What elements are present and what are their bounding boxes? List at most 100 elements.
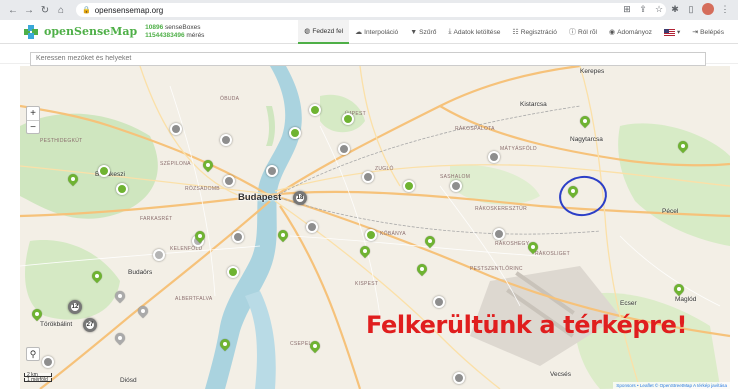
menu-explore[interactable]: ◍ Fedezd fel [298,20,350,44]
zoom-out-button[interactable]: − [27,120,39,133]
sensebox-pin[interactable] [68,174,78,188]
sensebox-marker[interactable] [170,123,182,135]
town-label: Nagytarcsa [570,136,603,143]
sensebox-marker[interactable] [232,231,244,243]
sensebox-marker[interactable] [98,165,110,177]
menu-about[interactable]: ⓘ Ról rõl [563,20,603,44]
map[interactable]: PESTHIDEGKÚT RÓZSADOMB ÓBUDA ÚJPEST RÁKO… [20,66,730,389]
menu-filter[interactable]: ▼ Szűrő [404,20,442,44]
district-label: SZÉPILONA [160,161,191,167]
menu-register[interactable]: ☷ Regisztráció [506,20,563,44]
globe-icon: ◍ [304,28,311,35]
extension-icon[interactable]: ✱ [670,3,680,15]
menu-login[interactable]: ⇥ Belépés [686,20,730,44]
zoom-in-button[interactable]: + [27,107,39,120]
sensebox-marker[interactable] [309,104,321,116]
sensebox-cluster[interactable]: 27 [83,318,97,332]
town-label: Kistarcsa [520,101,547,108]
sensebox-marker[interactable] [266,165,278,177]
search-row [0,44,738,66]
sensebox-pin[interactable] [92,271,102,285]
star-icon[interactable]: ☆ [654,3,664,15]
stats: 10896 senseBoxes 11544383496 mérés [145,24,204,40]
menu-icon[interactable]: ⋮ [720,3,730,15]
back-button[interactable]: ← [6,3,20,17]
district-label: RÁKOSKERESZTÚR [475,206,527,212]
sensebox-pin[interactable] [310,341,320,355]
sensebox-pin[interactable] [278,230,288,244]
forward-button[interactable]: → [22,3,36,17]
sensebox-pin[interactable] [32,309,42,323]
town-label: Kerepes [580,68,605,75]
sensebox-logo-icon[interactable] [24,24,38,39]
overlay-caption: Felkerültünk a térképre! [366,311,687,339]
sensebox-marker[interactable] [338,143,350,155]
sidebar-icon[interactable]: ▯ [686,3,696,15]
translate-icon[interactable]: ⊞ [622,3,632,15]
sensebox-marker[interactable] [453,372,465,384]
sensebox-marker[interactable] [306,221,318,233]
info-icon: ⓘ [568,29,576,36]
zoom-control: + − [26,106,40,134]
sensebox-pin[interactable] [674,284,684,298]
browser-extensions: ⊞ ⇪ ☆ ✱ ▯ ⋮ [622,3,730,15]
sensebox-pin[interactable] [115,291,125,305]
sensebox-pin[interactable] [425,236,435,250]
sensebox-marker[interactable] [42,356,54,368]
reload-button[interactable]: ↻ [38,3,52,17]
location-pin-icon: ⚲ [29,348,37,359]
sensebox-marker[interactable] [289,127,301,139]
district-label: CSEPEL [290,341,312,347]
city-label: Budapest [238,192,282,203]
menu-donate[interactable]: ◉ Adományoz [603,20,658,44]
address-bar[interactable]: 🔒 opensensemap.org [76,3,666,17]
locate-button[interactable]: ⚲ [26,347,40,361]
menu-download[interactable]: ⤓ Adatok letöltése [442,20,506,44]
profile-avatar[interactable] [702,3,714,15]
sensebox-pin[interactable] [417,264,427,278]
browser-toolbar: ← → ↻ ⌂ 🔒 opensensemap.org ⊞ ⇪ ☆ ✱ ▯ ⋮ [0,0,738,20]
sensebox-marker[interactable] [493,228,505,240]
scale-bar: 2 km 1 mérföld [24,372,52,383]
main-menu: ◍ Fedezd fel ☁ Interpoláció ▼ Szűrő ⤓ Adatok… [298,20,730,44]
sensebox-marker[interactable] [153,249,165,261]
sensebox-marker[interactable] [362,171,374,183]
sensebox-cluster[interactable]: 18 [293,191,307,205]
login-icon: ⇥ [692,29,699,36]
district-label: MÁTYÁSFÖLD [500,146,537,152]
sensebox-pin[interactable] [220,339,230,353]
sensebox-pin[interactable] [528,242,538,256]
sensebox-pin[interactable] [360,246,370,260]
sensebox-marker[interactable] [342,113,354,125]
measurements-count: 11544383496 [145,31,185,39]
register-icon: ☷ [512,29,519,36]
sensebox-marker[interactable] [433,296,445,308]
sensebox-pin[interactable] [678,141,688,155]
sensebox-pin[interactable] [580,116,590,130]
sensebox-marker[interactable] [365,229,377,241]
sensebox-marker[interactable] [227,266,239,278]
app-header: openSenseMap 10896 senseBoxes 1154438349… [0,20,738,44]
share-icon[interactable]: ⇪ [638,3,648,15]
sensebox-marker[interactable] [220,134,232,146]
sensebox-marker[interactable] [488,151,500,163]
sensebox-pin[interactable] [203,160,213,174]
sensebox-pin[interactable] [138,306,148,320]
filter-icon: ▼ [410,28,418,36]
home-button[interactable]: ⌂ [54,3,68,17]
town-label: Diósd [120,377,137,384]
sensebox-cluster[interactable]: 12 [68,300,82,314]
map-tiles [20,66,730,389]
brand-name[interactable]: openSenseMap [44,25,137,38]
search-input[interactable] [30,51,706,66]
sensebox-pin[interactable] [195,231,205,245]
menu-language[interactable]: ▾ [658,20,686,44]
sensebox-marker[interactable] [223,175,235,187]
sensebox-pin[interactable] [115,333,125,347]
district-label: RÁKOSPALOTA [455,126,495,132]
sensebox-marker[interactable] [403,180,415,192]
sensebox-marker[interactable] [116,183,128,195]
map-attribution[interactable]: Sponsors • Leaflet © OpenStreetMap A tér… [613,382,730,389]
sensebox-marker[interactable] [450,180,462,192]
menu-interpolation[interactable]: ☁ Interpoláció [349,20,404,44]
